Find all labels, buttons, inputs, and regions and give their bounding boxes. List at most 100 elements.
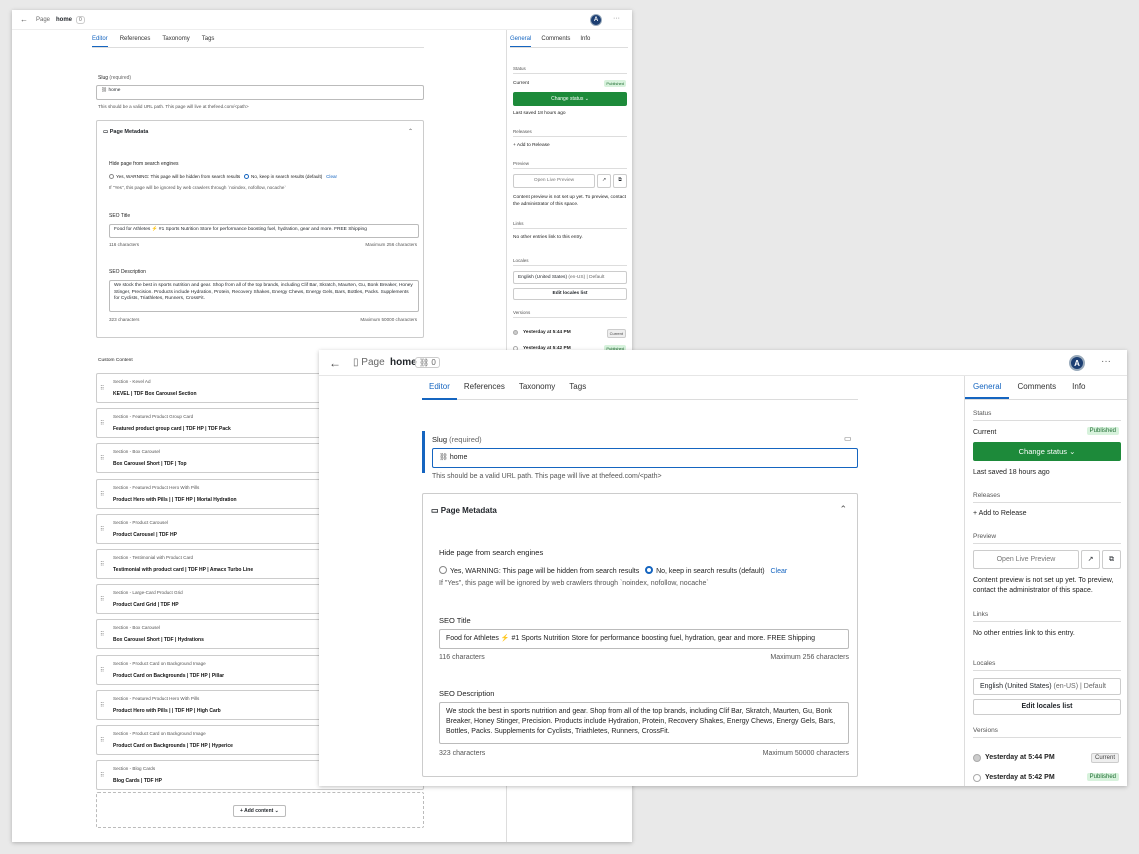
seo-description-count: 323 characters (439, 750, 486, 757)
change-status-button[interactable]: Change status ⌄ (973, 442, 1121, 461)
change-status-button[interactable]: Change status ⌄ (513, 92, 627, 106)
comment-icon[interactable]: ▭ (844, 434, 852, 443)
drag-handle-icon[interactable]: ⠿ (100, 772, 104, 779)
drag-handle-icon[interactable]: ⠿ (100, 667, 104, 674)
tab-comments[interactable]: Comments (541, 32, 570, 47)
add-to-release-link[interactable]: + Add to Release (973, 509, 1121, 519)
tab-info[interactable]: Info (1064, 376, 1093, 399)
breadcrumb[interactable]: ▯ Page (353, 357, 385, 368)
breadcrumb[interactable]: Page (36, 17, 50, 23)
tab-info[interactable]: Info (580, 32, 590, 47)
external-link-icon[interactable]: ↗ (1081, 550, 1100, 569)
link-icon: ⛓ (439, 454, 448, 461)
version-dot (973, 754, 981, 762)
hide-label: Hide page from search engines (439, 548, 544, 557)
clear-link[interactable]: Clear (326, 174, 337, 179)
edit-locales-button[interactable]: Edit locales list (513, 288, 627, 300)
published-badge: Published (1086, 427, 1119, 435)
drag-handle-icon[interactable]: ⠿ (100, 526, 104, 533)
chevron-up-icon[interactable]: ⌃ (408, 128, 413, 135)
seo-description-textarea[interactable]: We stock the best in sports nutrition an… (439, 702, 849, 744)
content-type-label: Section - Blog Cards (113, 766, 156, 772)
version-badge: Current (1090, 753, 1119, 763)
add-content-button[interactable]: + Add content ⌄ (233, 805, 286, 817)
locales-label: Locales (973, 660, 1121, 671)
add-to-release-link[interactable]: + Add to Release (513, 143, 627, 148)
content-entry-name: Product Card on Backgrounds | TDF HP | H… (113, 743, 233, 749)
seo-description-textarea[interactable]: We stock the best in sports nutrition an… (109, 280, 419, 312)
clear-link[interactable]: Clear (770, 568, 787, 575)
copy-icon[interactable]: ⧉ (1102, 550, 1121, 569)
sidebar-tabs: General Comments Info (510, 32, 628, 48)
top-bar: ← ▯ Page home ⛓ 0 (319, 350, 1127, 376)
link-icon: ⛓ (101, 88, 108, 93)
folder-icon: ▭ (103, 129, 109, 135)
tab-editor[interactable]: Editor (92, 32, 108, 47)
page-metadata-panel: ▭ Page Metadata ⌃ Hide page from search … (422, 493, 858, 777)
drag-handle-icon[interactable]: ⠿ (100, 491, 104, 498)
tab-references[interactable]: References (120, 32, 151, 47)
copy-icon[interactable]: ⧉ (613, 174, 627, 188)
published-badge: Published (604, 80, 626, 87)
content-type-label: Section - Kevel Ad (113, 379, 151, 384)
hide-label: Hide page from search engines (109, 161, 179, 167)
radio-no[interactable] (645, 566, 654, 574)
slug-hint: This should be a valid URL path. This pa… (432, 473, 662, 480)
tab-general[interactable]: General (965, 376, 1010, 399)
slug-input[interactable]: ⛓ home (432, 448, 858, 468)
tab-taxonomy[interactable]: Taxonomy (162, 32, 189, 47)
radio-yes[interactable] (109, 174, 114, 179)
content-entry-name: Blog Cards | TDF HP (113, 778, 162, 785)
tab-taxonomy[interactable]: Taxonomy (512, 376, 562, 400)
seo-description-max: Maximum 50000 characters (360, 317, 417, 322)
drag-handle-icon[interactable]: ⠿ (100, 420, 104, 427)
content-type-label: Section - Featured Product Hero With Pil… (113, 695, 200, 701)
slug-input[interactable]: ⛓ home (96, 85, 424, 100)
seo-title-count: 116 characters (109, 242, 140, 247)
content-entry-name: Testimonial with product card | TDF HP |… (113, 567, 254, 573)
locale-field[interactable]: English (United States) (en-US) | Defaul… (513, 271, 627, 284)
more-icon[interactable]: ··· (1101, 356, 1111, 367)
metadata-title[interactable]: ▭ Page Metadata (103, 129, 148, 135)
radio-yes[interactable] (439, 566, 447, 574)
tab-tags[interactable]: Tags (202, 32, 215, 47)
seo-description-label: SEO Description (109, 269, 146, 275)
preview-label: Preview (513, 161, 627, 169)
metadata-title[interactable]: ▭ Page Metadata (431, 506, 497, 515)
drag-handle-icon[interactable]: ⠿ (100, 737, 104, 744)
chevron-up-icon[interactable]: ⌃ (839, 504, 847, 515)
slug-hint: This should be a valid URL path. This pa… (98, 104, 249, 109)
back-arrow-icon[interactable]: ← (329, 356, 341, 370)
status-label: Status (513, 66, 627, 74)
edit-locales-button[interactable]: Edit locales list (973, 699, 1121, 715)
links-note: No other entries link to this entry. (513, 235, 583, 240)
avatar[interactable]: A (590, 14, 602, 26)
drag-handle-icon[interactable]: ⠿ (100, 385, 104, 392)
content-entry-name: Product Carousel | TDF HP (113, 531, 177, 538)
more-icon[interactable]: ··· (613, 15, 620, 22)
external-link-icon[interactable]: ↗ (597, 174, 611, 188)
open-live-preview-button[interactable]: Open Live Preview (513, 174, 595, 188)
drag-handle-icon[interactable]: ⠿ (100, 596, 104, 603)
seo-title-input[interactable]: Food for Athletes ⚡ #1 Sports Nutrition … (109, 224, 419, 238)
tab-tags[interactable]: Tags (562, 376, 593, 400)
seo-title-input[interactable]: Food for Athletes ⚡ #1 Sports Nutrition … (439, 629, 849, 649)
tab-editor[interactable]: Editor (422, 376, 457, 400)
drag-handle-icon[interactable]: ⠿ (100, 702, 104, 709)
tab-general[interactable]: General (510, 32, 532, 47)
locale-field[interactable]: English (United States) (en-US) | Defaul… (973, 678, 1121, 695)
radio-no[interactable] (244, 174, 250, 179)
add-content-area: + Add content ⌄ (96, 792, 424, 828)
tab-comments[interactable]: Comments (1009, 376, 1064, 399)
avatar[interactable]: A (1069, 355, 1085, 371)
page-metadata-panel: ▭ Page Metadata ⌃ Hide page from search … (96, 120, 424, 338)
drag-handle-icon[interactable]: ⠿ (100, 561, 104, 568)
version-dot (973, 774, 981, 782)
back-arrow-icon[interactable]: ← (20, 15, 28, 24)
content-entry-name: Product Card on Backgrounds | TDF HP | P… (113, 672, 225, 679)
open-live-preview-button[interactable]: Open Live Preview (973, 550, 1079, 569)
drag-handle-icon[interactable]: ⠿ (100, 631, 104, 638)
tab-references[interactable]: References (457, 376, 512, 400)
drag-handle-icon[interactable]: ⠿ (100, 455, 104, 462)
content-entry-name: Product Card Grid | TDF HP (113, 602, 179, 609)
